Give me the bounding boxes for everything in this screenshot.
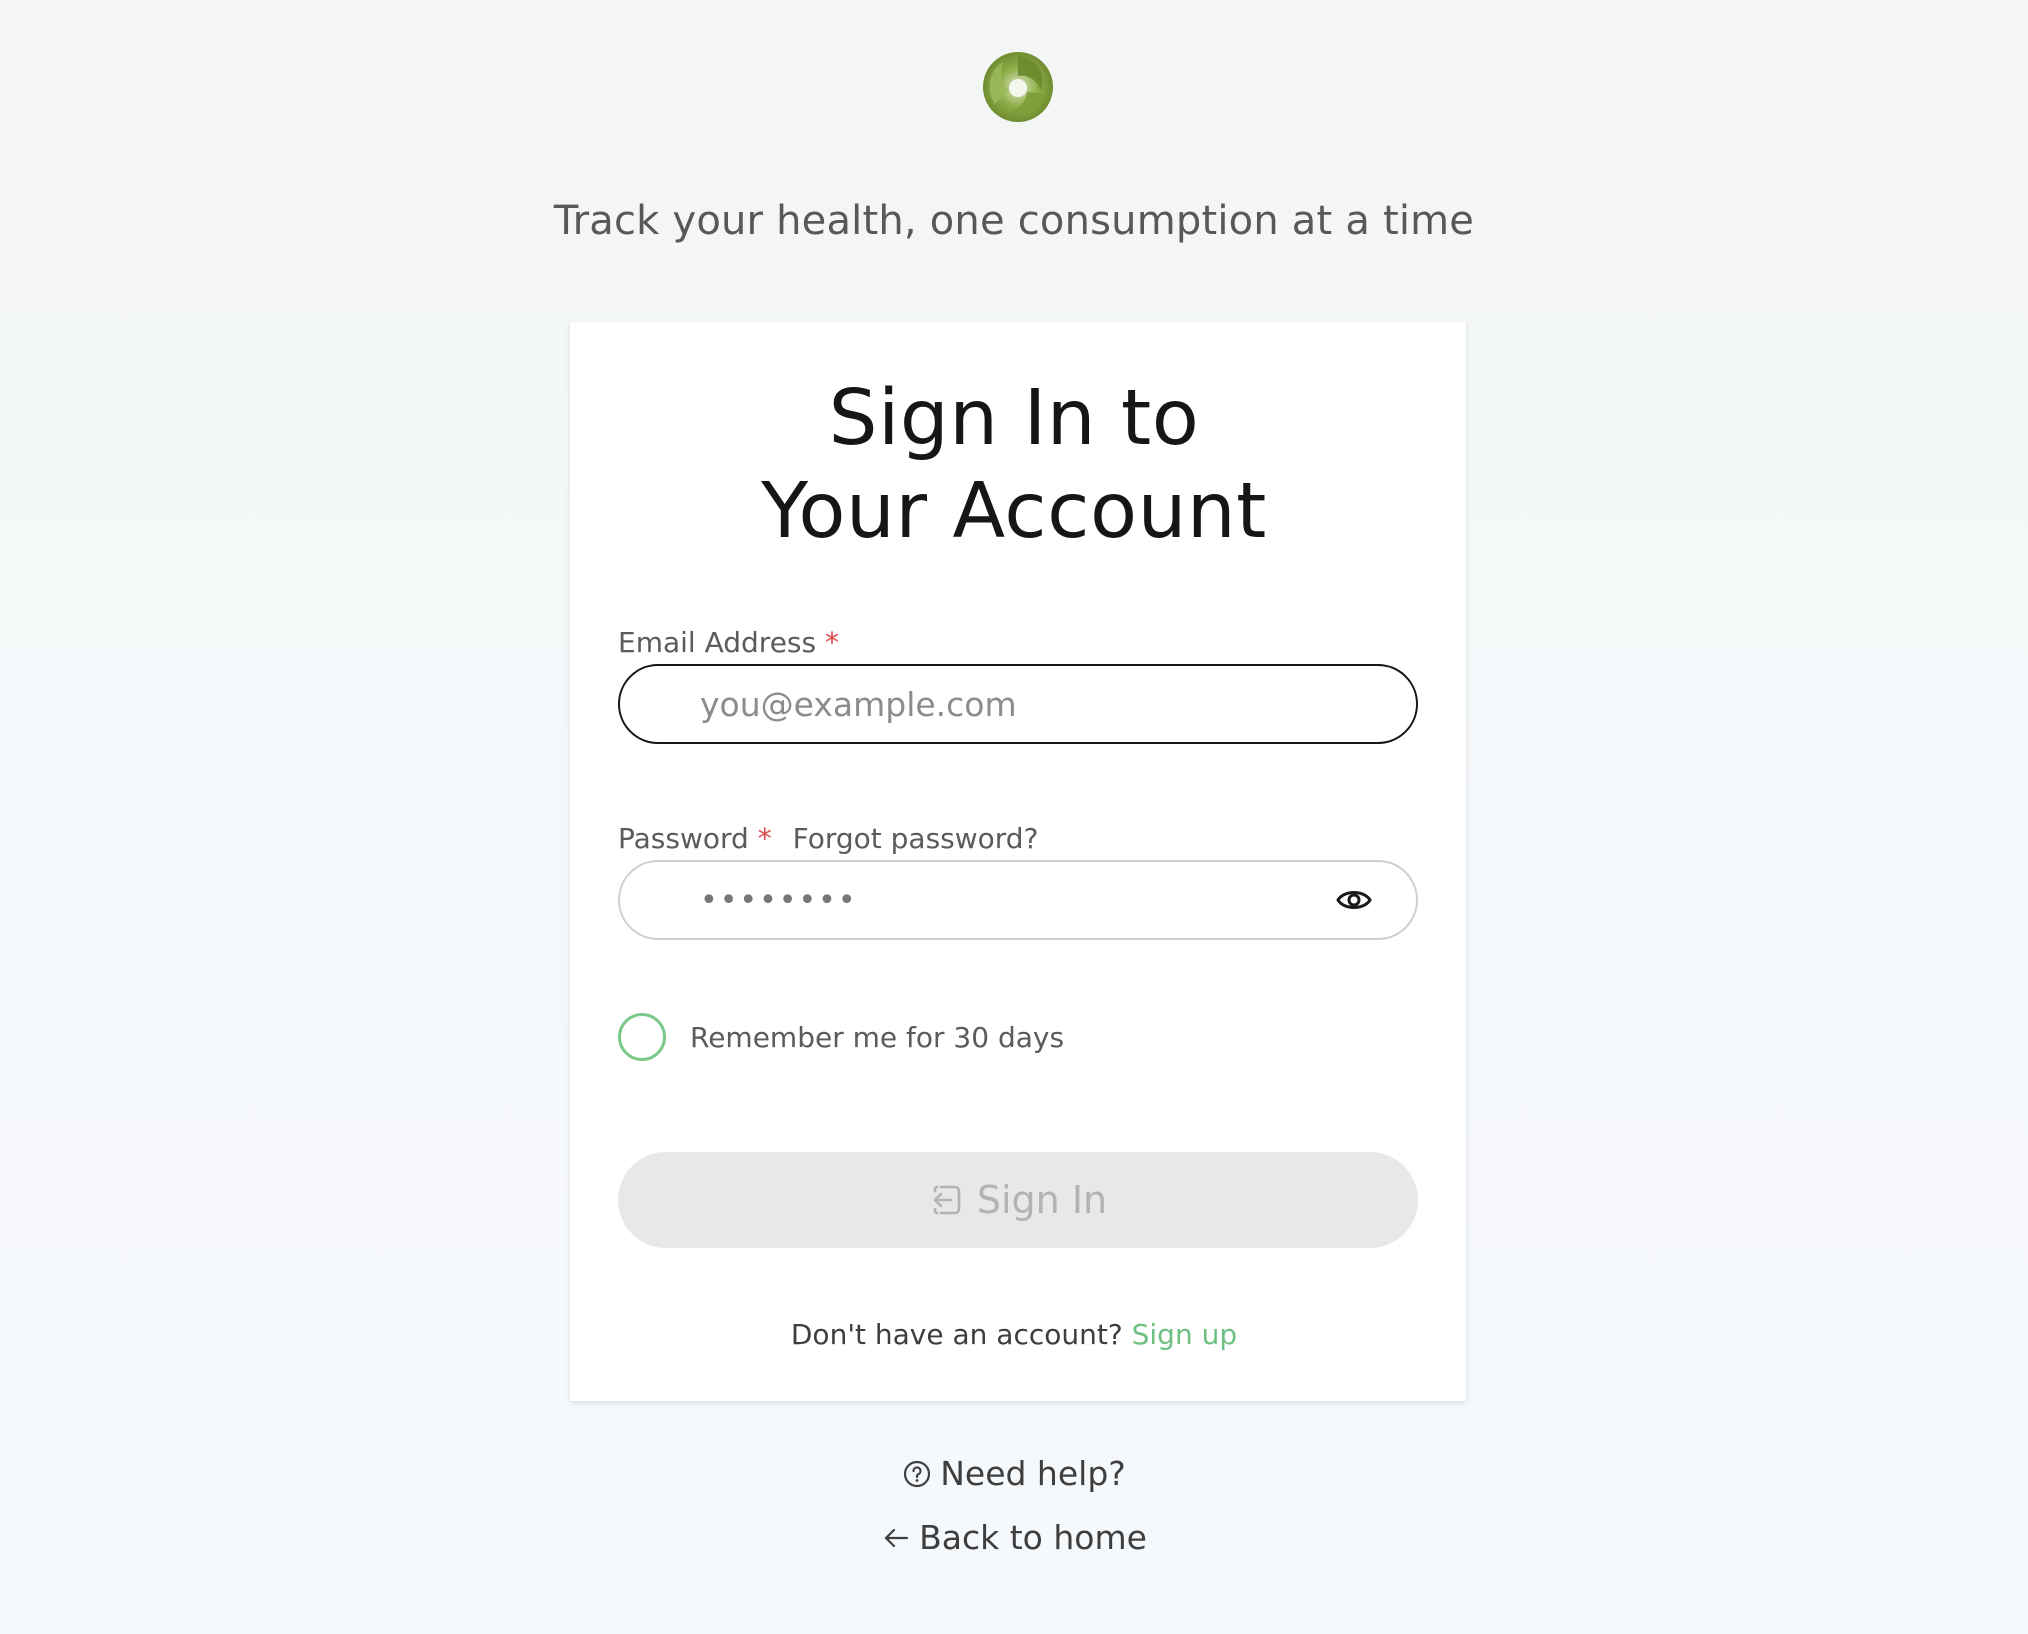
signup-prompt-text: Don't have an account?	[790, 1318, 1123, 1351]
email-required-marker: *	[825, 626, 839, 659]
email-field[interactable]	[618, 664, 1418, 744]
need-help-link[interactable]: Need help?	[0, 1454, 2028, 1493]
back-to-home-link[interactable]: Back to home	[0, 1518, 2028, 1557]
tagline: Track your health, one consumption at a …	[553, 198, 1475, 244]
forgot-password-link[interactable]: Forgot password?	[793, 822, 1039, 855]
need-help-label: Need help?	[940, 1454, 1126, 1493]
page-title: Sign In to Your Account	[0, 372, 2028, 558]
sign-in-icon	[929, 1183, 963, 1217]
sign-in-button[interactable]: Sign In	[618, 1152, 1418, 1248]
password-label-text: Password	[618, 822, 749, 855]
password-field[interactable]	[618, 860, 1418, 940]
help-circle-icon	[902, 1459, 932, 1489]
password-label-row: Password * Forgot password?	[618, 822, 1038, 855]
sign-up-link[interactable]: Sign up	[1132, 1318, 1238, 1351]
page-title-text: Sign In to Your Account	[761, 374, 1267, 556]
remember-me-checkbox[interactable]	[618, 1013, 666, 1061]
password-required-marker: *	[757, 822, 772, 855]
sign-in-button-label: Sign In	[976, 1178, 1108, 1222]
remember-me-label: Remember me for 30 days	[690, 1021, 1065, 1054]
back-to-home-label: Back to home	[919, 1518, 1147, 1557]
email-label: Email Address *	[618, 626, 839, 659]
arrow-left-icon	[881, 1523, 911, 1553]
signup-prompt: Don't have an account? Sign up	[0, 1318, 2028, 1351]
email-label-text: Email Address	[618, 626, 817, 659]
eye-icon[interactable]	[1333, 880, 1375, 920]
swirl-logo-icon	[981, 50, 1055, 124]
